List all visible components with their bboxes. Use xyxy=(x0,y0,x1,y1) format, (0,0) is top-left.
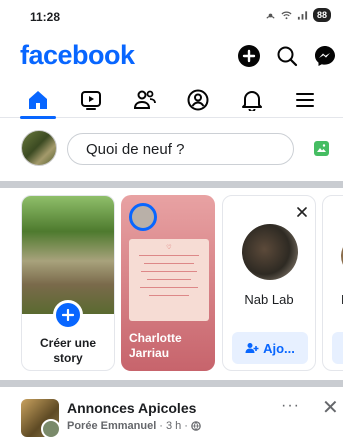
story-card-charlotte[interactable]: ♡ Charlotte Jarriau xyxy=(121,195,215,371)
facebook-logo[interactable]: facebook xyxy=(20,40,135,71)
create-story-image xyxy=(22,196,114,314)
meta-separator: · xyxy=(184,420,188,432)
globe-icon xyxy=(191,421,201,431)
hotspot-icon xyxy=(266,13,275,19)
suggestion-name: Nab Lab xyxy=(244,292,294,307)
create-story-card[interactable]: Créer une story xyxy=(21,195,115,371)
story-name-line2: Jarriau xyxy=(129,346,170,360)
tab-home[interactable] xyxy=(14,82,62,119)
signal-icon xyxy=(297,11,308,20)
top-bar: facebook xyxy=(0,38,343,78)
meta-separator: · xyxy=(159,420,163,432)
friends-icon xyxy=(133,90,156,109)
story-name-charlotte: Charlotte Jarriau xyxy=(129,331,209,361)
suggestion-avatar xyxy=(242,224,298,280)
close-icon xyxy=(297,207,307,217)
facebook-app-screen: 11:28 88 facebook Quoi de neuf ? Créer u… xyxy=(0,0,343,447)
home-icon xyxy=(29,90,47,109)
video-icon xyxy=(81,90,102,110)
tab-friends[interactable] xyxy=(121,82,169,118)
author-avatar[interactable] xyxy=(41,419,61,439)
add-story-button[interactable] xyxy=(53,300,83,330)
tab-notifications[interactable] xyxy=(228,82,276,118)
tab-menu[interactable] xyxy=(281,82,329,118)
photo-button[interactable] xyxy=(314,141,329,156)
story-quote-image: ♡ xyxy=(129,239,209,321)
post-more-button[interactable]: ··· xyxy=(281,397,300,415)
suggestion-card-next[interactable]: E xyxy=(322,195,343,371)
bell-icon xyxy=(241,90,262,111)
story-name-line1: Charlotte xyxy=(129,331,182,345)
add-friend-label: Ajo... xyxy=(263,340,295,356)
create-story-label-line2: story xyxy=(53,351,83,365)
post-hide-button[interactable]: ✕ xyxy=(322,395,339,420)
feed-post: Annonces Apicoles Porée Emmanuel · 3 h ·… xyxy=(0,387,343,447)
create-story-label: Créer une story xyxy=(22,336,114,366)
status-icons: 88 xyxy=(265,8,331,22)
menu-icon xyxy=(295,92,314,107)
wifi-icon xyxy=(281,10,292,20)
search-icon xyxy=(277,46,298,67)
tab-profile[interactable] xyxy=(174,82,222,118)
top-actions xyxy=(237,44,337,68)
create-button[interactable] xyxy=(237,44,261,68)
status-time: 11:28 xyxy=(30,10,61,24)
whats-new-input[interactable]: Quoi de neuf ? xyxy=(67,133,294,165)
suggestion-card-nab[interactable]: Nab Lab Ajo... xyxy=(222,195,316,371)
post-author[interactable]: Porée Emmanuel xyxy=(67,420,156,432)
search-button[interactable] xyxy=(275,44,299,68)
messenger-button[interactable] xyxy=(313,44,337,68)
section-divider xyxy=(0,380,343,387)
plus-circle-icon xyxy=(238,45,260,67)
composer-placeholder: Quoi de neuf ? xyxy=(86,140,185,158)
post-meta: Porée Emmanuel · 3 h · xyxy=(67,420,201,432)
story-avatar xyxy=(129,203,157,231)
photo-icon xyxy=(317,144,326,152)
stories-carousel: Créer une story ♡ Charlotte Jarriau Nab … xyxy=(0,188,343,380)
post-composer: Quoi de neuf ? xyxy=(0,124,343,178)
post-group-name[interactable]: Annonces Apicoles xyxy=(67,400,196,416)
messenger-icon xyxy=(315,46,335,66)
profile-icon xyxy=(187,89,209,110)
section-divider xyxy=(0,181,343,188)
dismiss-suggestion-button[interactable] xyxy=(297,204,307,220)
add-friend-icon xyxy=(245,343,259,353)
user-avatar[interactable] xyxy=(21,130,57,166)
plus-icon xyxy=(62,309,74,321)
status-bar: 11:28 88 xyxy=(0,0,343,32)
nav-tabs xyxy=(0,82,343,119)
battery-indicator: 88 xyxy=(312,8,331,22)
next-add-friend-button[interactable] xyxy=(332,332,343,364)
create-story-label-line1: Créer une xyxy=(39,336,97,350)
tab-video[interactable] xyxy=(67,82,115,118)
post-time[interactable]: 3 h xyxy=(166,420,181,432)
add-friend-button[interactable]: Ajo... xyxy=(232,332,308,364)
